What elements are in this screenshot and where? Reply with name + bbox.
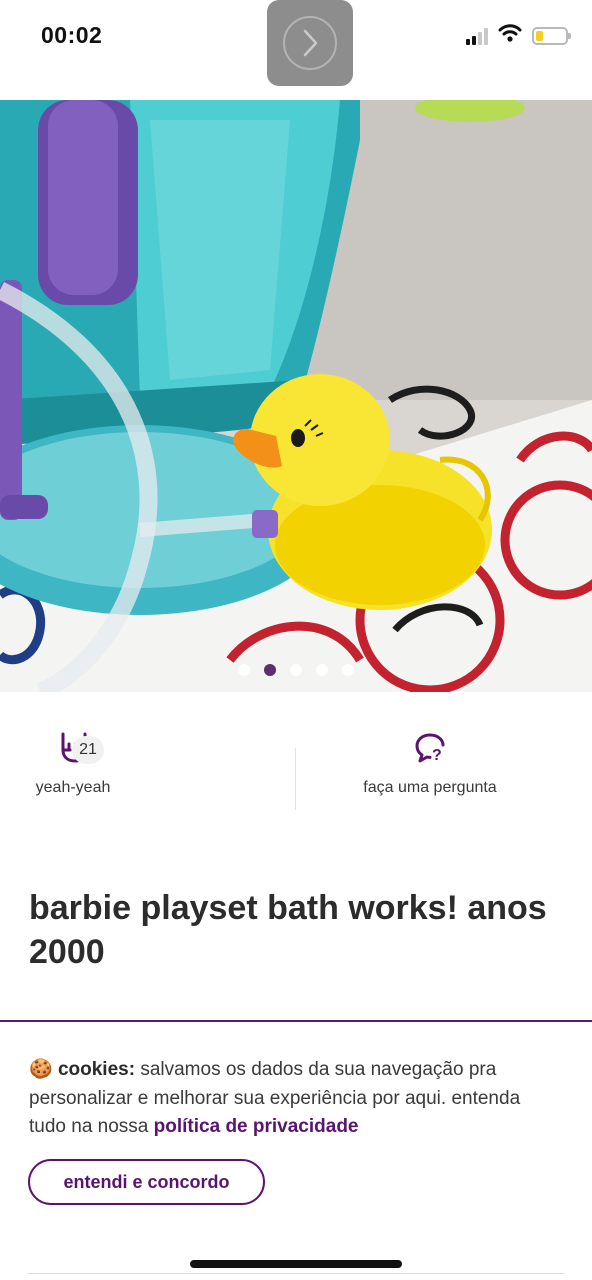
yeah-count-badge: 21 [72,736,104,764]
signal-icon [466,27,488,45]
gallery-dot[interactable] [342,664,354,676]
accept-cookies-button[interactable]: entendi e concordo [28,1159,265,1205]
forward-button[interactable] [267,0,353,86]
yeah-yeah-button[interactable]: 21 yeah-yeah [28,730,118,797]
product-image-gallery[interactable] [0,100,592,692]
wifi-icon [498,24,522,47]
question-bubble-icon: ? [414,730,446,764]
status-bar: 00:02 [0,0,592,100]
battery-icon [532,26,571,45]
bottom-divider [28,1273,564,1274]
cookie-lead: cookies: [57,1059,136,1080]
action-row: 21 yeah-yeah ? faça uma pergunta [0,730,592,820]
cookie-message: 🍪 cookies: salvamos os dados da sua nave… [29,1056,559,1142]
cookie-icon: 🍪 [29,1059,53,1080]
product-photo [0,100,592,692]
action-divider [295,748,296,810]
privacy-policy-link[interactable]: política de privacidade [154,1116,359,1137]
status-time: 00:02 [41,22,103,48]
gallery-dot[interactable] [316,664,328,676]
ask-question-label: faça uma pergunta [363,779,497,796]
svg-text:?: ? [432,747,442,764]
gallery-pagination [0,664,592,676]
yeah-yeah-label: yeah-yeah [35,779,111,796]
cookie-banner: 🍪 cookies: salvamos os dados da sua nave… [0,1020,592,1280]
ask-question-button[interactable]: ? faça uma pergunta [340,730,520,797]
chevron-right-icon [283,16,337,70]
product-title: barbie playset bath works! anos 2000 [29,889,547,971]
gallery-dot[interactable] [290,664,302,676]
gallery-dot[interactable] [238,664,250,676]
home-indicator [190,1260,402,1268]
gallery-dot[interactable] [264,664,276,676]
